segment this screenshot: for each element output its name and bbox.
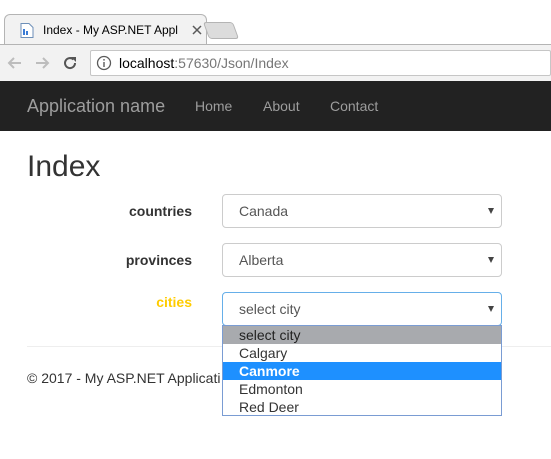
- site-navbar: Application name Home About Contact: [0, 81, 551, 131]
- provinces-selected-value: Alberta: [239, 252, 284, 268]
- cities-select[interactable]: select city: [222, 292, 502, 326]
- nav-link-about[interactable]: About: [263, 97, 300, 115]
- tab-title: Index - My ASP.NET Appl: [43, 23, 178, 37]
- countries-select[interactable]: Canada: [222, 194, 502, 228]
- reload-icon[interactable]: [61, 54, 79, 72]
- browser-tabstrip: Index - My ASP.NET Appl: [0, 0, 551, 45]
- url-path: :57630/Json/Index: [174, 55, 289, 71]
- caret-down-icon: [488, 257, 494, 263]
- url-text: localhost:57630/Json/Index: [119, 55, 289, 72]
- address-bar[interactable]: localhost:57630/Json/Index: [90, 50, 551, 76]
- info-icon[interactable]: [96, 55, 112, 71]
- forward-arrow-icon[interactable]: [33, 54, 51, 72]
- countries-selected-value: Canada: [239, 203, 289, 219]
- provinces-select[interactable]: Alberta: [222, 243, 502, 277]
- page-icon: [20, 23, 34, 38]
- cities-label: cities: [156, 294, 192, 310]
- nav-link-contact[interactable]: Contact: [330, 97, 378, 115]
- countries-label: countries: [128, 203, 192, 219]
- dropdown-option-calgary[interactable]: Calgary: [223, 344, 501, 362]
- provinces-label: provinces: [125, 252, 192, 268]
- browser-tab[interactable]: Index - My ASP.NET Appl: [4, 14, 207, 45]
- dropdown-option-canmore[interactable]: Canmore: [223, 362, 501, 380]
- nav-link-home[interactable]: Home: [195, 97, 232, 115]
- page-title: Index: [27, 150, 101, 183]
- dropdown-option-edmonton[interactable]: Edmonton: [223, 380, 501, 398]
- browser-toolbar: localhost:57630/Json/Index: [0, 45, 551, 81]
- new-tab-button[interactable]: [202, 22, 240, 39]
- close-icon[interactable]: [191, 24, 203, 36]
- dropdown-option-red-deer[interactable]: Red Deer: [223, 398, 501, 416]
- url-host: localhost: [119, 55, 175, 71]
- cities-dropdown-list: select city Calgary Canmore Edmonton Red…: [222, 325, 502, 416]
- caret-down-icon: [488, 208, 494, 214]
- footer-copyright: © 2017 - My ASP.NET Applicati: [27, 370, 221, 386]
- back-arrow-icon[interactable]: [6, 54, 24, 72]
- cities-selected-value: select city: [239, 301, 301, 317]
- dropdown-option-select-city[interactable]: select city: [223, 326, 501, 344]
- caret-down-icon: [488, 306, 494, 312]
- navbar-brand[interactable]: Application name: [27, 95, 165, 117]
